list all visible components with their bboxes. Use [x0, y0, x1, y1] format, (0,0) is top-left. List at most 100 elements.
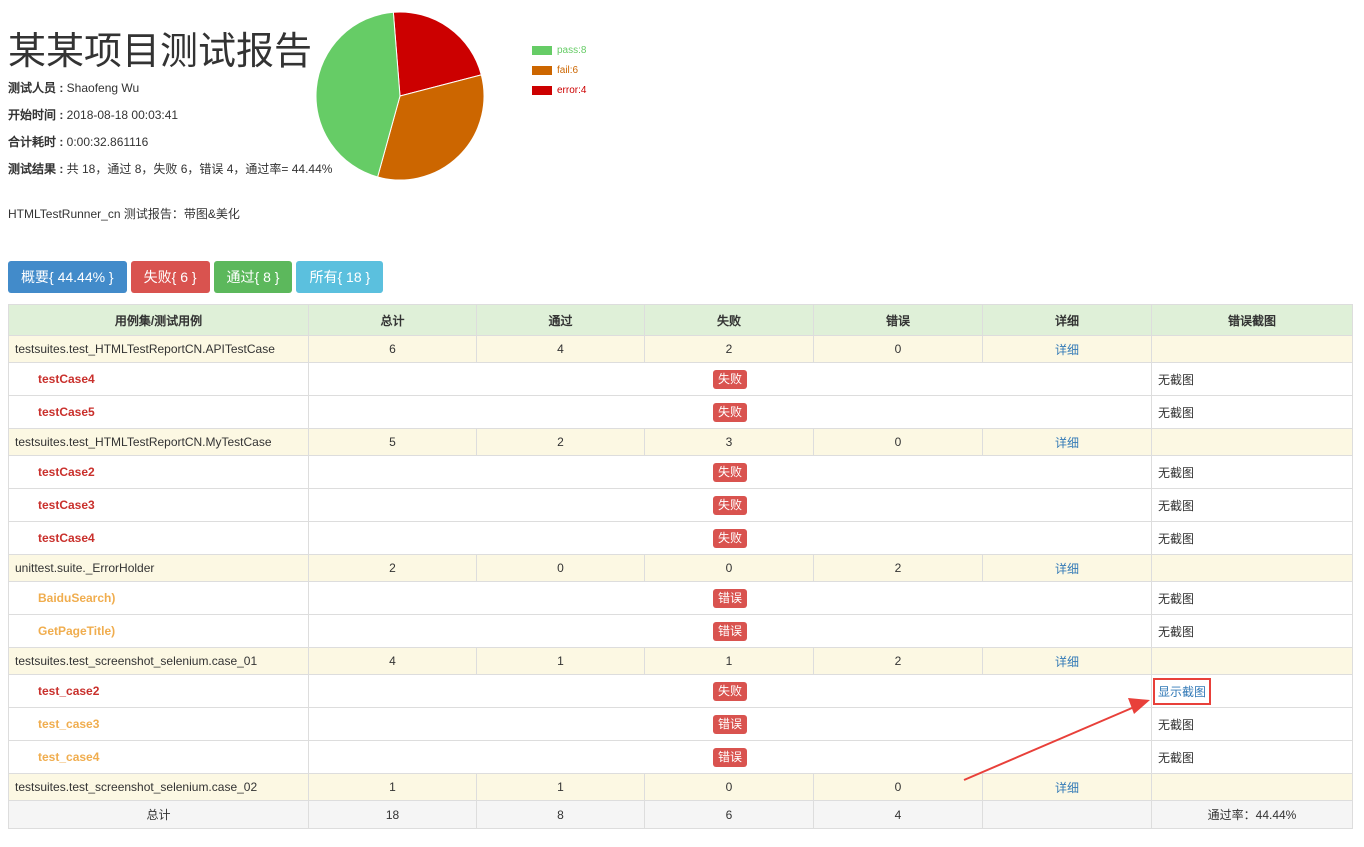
- suite-fail-count: 0: [644, 773, 814, 801]
- case-name: testCase5: [8, 395, 309, 429]
- suite-detail-cell: 详细: [982, 554, 1152, 582]
- case-status-cell: 失败: [308, 488, 1152, 522]
- report-description: HTMLTestRunner_cn 测试报告：带图&美化: [8, 207, 240, 221]
- status-badge[interactable]: 错误: [712, 588, 747, 608]
- suite-detail-cell: 详细: [982, 335, 1152, 363]
- case-row: testCase4 失败 无截图: [8, 521, 1353, 555]
- case-row: GetPageTitle) 错误 无截图: [8, 614, 1353, 648]
- legend-label: error:4: [557, 84, 587, 96]
- filter-failed-button[interactable]: 失败{ 6 }: [130, 261, 210, 293]
- case-row: testCase2 失败 无截图: [8, 455, 1353, 489]
- total-row: 总计 18 8 6 4 通过率：44.44%: [8, 800, 1353, 829]
- col-header-total: 总计: [308, 304, 477, 336]
- meta-label: 测试结果 :: [8, 162, 67, 176]
- filter-passed-button[interactable]: 通过{ 8 }: [213, 261, 293, 293]
- show-screenshot-link[interactable]: 显示截图: [1152, 677, 1212, 705]
- suite-total-count: 6: [308, 335, 477, 363]
- suite-row: testsuites.test_screenshot_selenium.case…: [8, 773, 1353, 801]
- legend-item-fail: fail:6: [532, 60, 586, 80]
- suite-total-count: 2: [308, 554, 477, 582]
- case-status-cell: 错误: [308, 740, 1152, 774]
- case-status-cell: 失败: [308, 674, 1152, 708]
- status-badge[interactable]: 错误: [712, 714, 747, 734]
- total-detail-empty: [982, 800, 1152, 829]
- legend-swatch: [532, 85, 552, 95]
- status-badge[interactable]: 失败: [712, 528, 747, 548]
- suite-fail-count: 2: [644, 335, 814, 363]
- status-badge[interactable]: 失败: [712, 462, 747, 482]
- case-status-cell: 错误: [308, 614, 1152, 648]
- case-status-cell: 错误: [308, 707, 1152, 741]
- meta-label: 测试人员 :: [8, 81, 67, 95]
- status-badge[interactable]: 失败: [712, 369, 747, 389]
- filter-bar: 概要{ 44.44% } 失败{ 6 } 通过{ 8 } 所有{ 18 }: [8, 261, 387, 293]
- total-label: 总计: [8, 800, 309, 829]
- case-row: testCase4 失败 无截图: [8, 362, 1353, 396]
- legend-swatch: [532, 45, 552, 55]
- case-screenshot-cell: 无截图: [1151, 614, 1353, 648]
- no-screenshot-text: 无截图: [1158, 465, 1195, 480]
- case-status-cell: 错误: [308, 581, 1152, 615]
- col-header-case: 用例集/测试用例: [8, 304, 309, 336]
- total-pass: 8: [476, 800, 645, 829]
- suite-detail-cell: 详细: [982, 647, 1152, 675]
- suite-name: testsuites.test_HTMLTestReportCN.MyTestC…: [8, 428, 309, 456]
- meta-label: 合计耗时 :: [8, 135, 67, 149]
- page-title: 某某项目测试报告: [8, 31, 313, 73]
- status-badge[interactable]: 失败: [712, 495, 747, 515]
- status-badge[interactable]: 错误: [712, 747, 747, 767]
- result-pie-chart: [315, 11, 485, 181]
- detail-link[interactable]: 详细: [1055, 655, 1079, 669]
- case-name: test_case3: [8, 707, 309, 741]
- suite-fail-count: 3: [644, 428, 814, 456]
- legend-swatch: [532, 65, 552, 75]
- case-name: testCase4: [8, 362, 309, 396]
- status-badge[interactable]: 错误: [712, 621, 747, 641]
- case-screenshot-cell: 无截图: [1151, 488, 1353, 522]
- filter-summary-button[interactable]: 概要{ 44.44% }: [8, 261, 127, 293]
- suite-pass-count: 0: [476, 554, 645, 582]
- case-row: testCase3 失败 无截图: [8, 488, 1353, 522]
- meta-value: 共 18，通过 8，失败 6，错误 4，通过率= 44.44%: [66, 162, 333, 176]
- meta-result: 测试结果 : 共 18，通过 8，失败 6，错误 4，通过率= 44.44%: [8, 161, 332, 177]
- meta-value: Shaofeng Wu: [66, 81, 140, 95]
- legend-label: pass:8: [557, 44, 587, 56]
- detail-link[interactable]: 详细: [1055, 781, 1079, 795]
- case-screenshot-cell: 无截图: [1151, 521, 1353, 555]
- suite-screenshot-empty: [1151, 428, 1353, 456]
- suite-name: unittest.suite._ErrorHolder: [8, 554, 309, 582]
- suite-error-count: 0: [813, 335, 983, 363]
- case-name: test_case4: [8, 740, 309, 774]
- case-name: testCase2: [8, 455, 309, 489]
- case-screenshot-cell: 无截图: [1151, 362, 1353, 396]
- suite-name: testsuites.test_HTMLTestReportCN.APITest…: [8, 335, 309, 363]
- case-name: testCase4: [8, 521, 309, 555]
- status-badge[interactable]: 失败: [712, 681, 747, 701]
- status-badge[interactable]: 失败: [712, 402, 747, 422]
- suite-row: testsuites.test_HTMLTestReportCN.APITest…: [8, 335, 1353, 363]
- case-row: test_case2 失败 显示截图: [8, 674, 1353, 708]
- no-screenshot-text: 无截图: [1158, 624, 1195, 639]
- suite-screenshot-empty: [1151, 335, 1353, 363]
- case-name: BaiduSearch): [8, 581, 309, 615]
- no-screenshot-text: 无截图: [1158, 531, 1195, 546]
- detail-link[interactable]: 详细: [1055, 562, 1079, 576]
- suite-error-count: 2: [813, 554, 983, 582]
- suite-fail-count: 1: [644, 647, 814, 675]
- meta-label: 开始时间 :: [8, 108, 67, 122]
- legend-item-pass: pass:8: [532, 40, 586, 60]
- suite-total-count: 5: [308, 428, 477, 456]
- legend-label: fail:6: [557, 64, 579, 76]
- case-screenshot-cell: 无截图: [1151, 740, 1353, 774]
- no-screenshot-text: 无截图: [1158, 498, 1195, 513]
- case-row: test_case3 错误 无截图: [8, 707, 1353, 741]
- case-status-cell: 失败: [308, 362, 1152, 396]
- no-screenshot-text: 无截图: [1158, 591, 1195, 606]
- detail-link[interactable]: 详细: [1055, 343, 1079, 357]
- suite-detail-cell: 详细: [982, 428, 1152, 456]
- filter-all-button[interactable]: 所有{ 18 }: [296, 261, 384, 293]
- suite-error-count: 2: [813, 647, 983, 675]
- col-header-pass: 通过: [476, 304, 645, 336]
- table-header-row: 用例集/测试用例 总计 通过 失败 错误 详细 错误截图: [8, 304, 1353, 336]
- detail-link[interactable]: 详细: [1055, 436, 1079, 450]
